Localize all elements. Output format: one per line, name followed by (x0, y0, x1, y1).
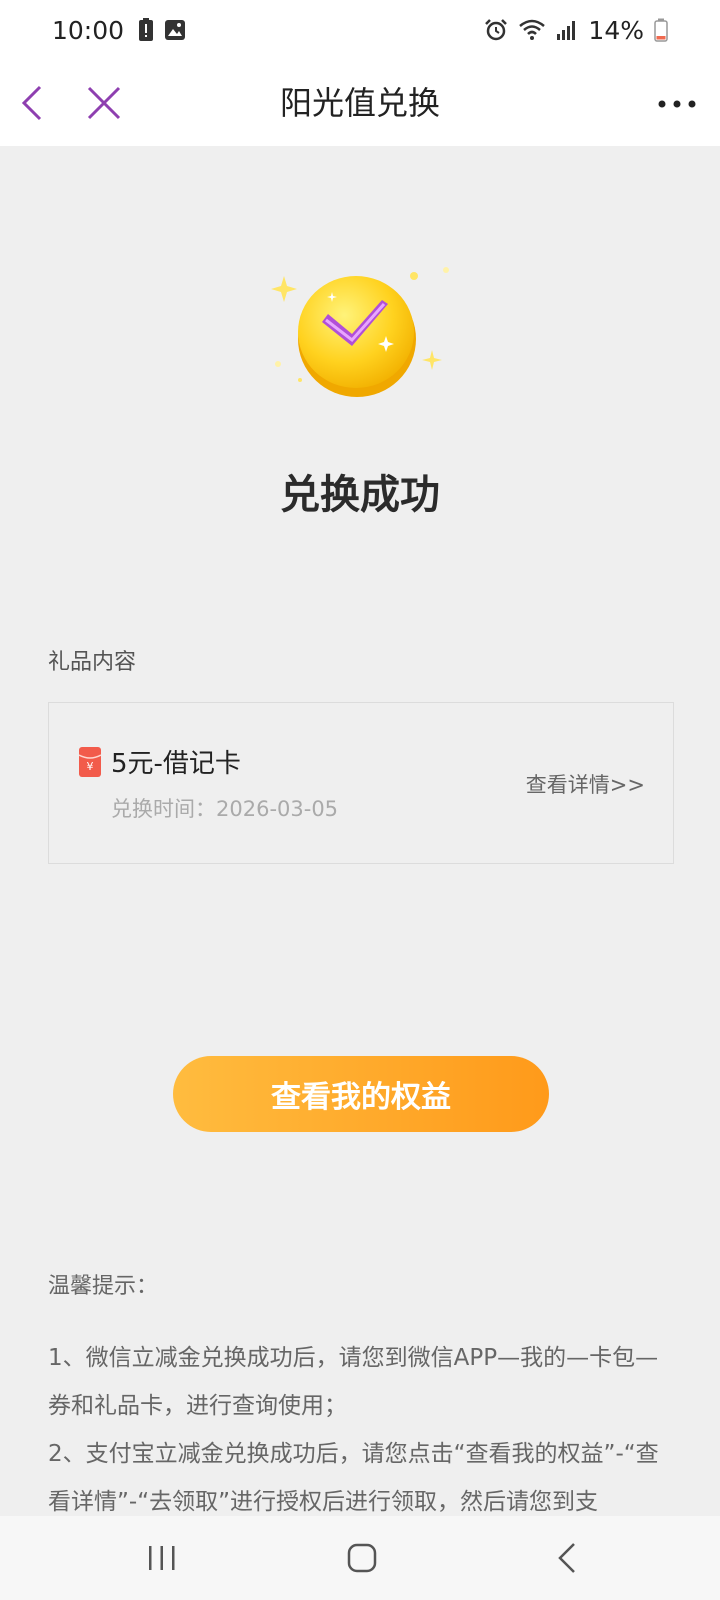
more-icon (658, 100, 696, 108)
system-back-button[interactable] (548, 1536, 588, 1580)
system-nav-bar (0, 1516, 720, 1600)
gift-time-label: 兑换时间： (111, 797, 216, 821)
tips-content: 1、微信立减金兑换成功后，请您到微信APP—我的—卡包—券和礼品卡，进行查询使用… (48, 1334, 674, 1526)
battery-alert-icon (139, 18, 154, 41)
gift-name: 5元-借记卡 (111, 749, 241, 779)
close-icon (87, 86, 121, 120)
recent-apps-button[interactable] (142, 1536, 182, 1580)
tip-line-1: 1、微信立减金兑换成功后，请您到微信APP—我的—卡包—券和礼品卡，进行查询使用… (48, 1345, 659, 1419)
wifi-icon (519, 19, 546, 40)
home-button[interactable] (342, 1536, 382, 1580)
alarm-icon (485, 19, 508, 41)
tip-line-2: 2、支付宝立减金兑换成功后，请您点击“查看我的权益”-“查看详情”-“去领取”进… (48, 1441, 659, 1515)
close-button[interactable] (84, 80, 124, 126)
chevron-left-icon (21, 85, 42, 121)
status-bar: 10:00 14% (0, 0, 720, 60)
view-details-link[interactable]: 查看详情>> (526, 769, 645, 799)
battery-percent: 14% (588, 15, 644, 45)
back-button[interactable] (14, 80, 54, 126)
more-button[interactable] (654, 84, 700, 124)
view-benefits-button[interactable]: 查看我的权益 (173, 1056, 549, 1132)
red-envelope-icon: ¥ (79, 747, 101, 777)
signal-icon (557, 21, 576, 40)
status-time: 10:00 (52, 15, 125, 45)
success-check-icon (271, 267, 449, 397)
battery-icon (654, 18, 668, 42)
back-icon (558, 1543, 575, 1573)
home-icon (347, 1543, 377, 1573)
gift-time-row: 兑换时间：2026-03-05 (111, 793, 338, 823)
tips-title: 温馨提示： (48, 1274, 159, 1299)
recent-apps-icon (149, 1546, 175, 1570)
gift-card: ¥ 5元-借记卡 兑换时间：2026-03-05 查看详情>> (48, 702, 674, 864)
success-title: 兑换成功 (280, 472, 440, 518)
nav-bar: 阳光值兑换 (0, 60, 720, 146)
gift-time: 2026-03-05 (216, 797, 339, 821)
image-icon (165, 20, 186, 40)
gift-section-label: 礼品内容 (48, 650, 137, 675)
svg-text:¥: ¥ (87, 760, 94, 773)
